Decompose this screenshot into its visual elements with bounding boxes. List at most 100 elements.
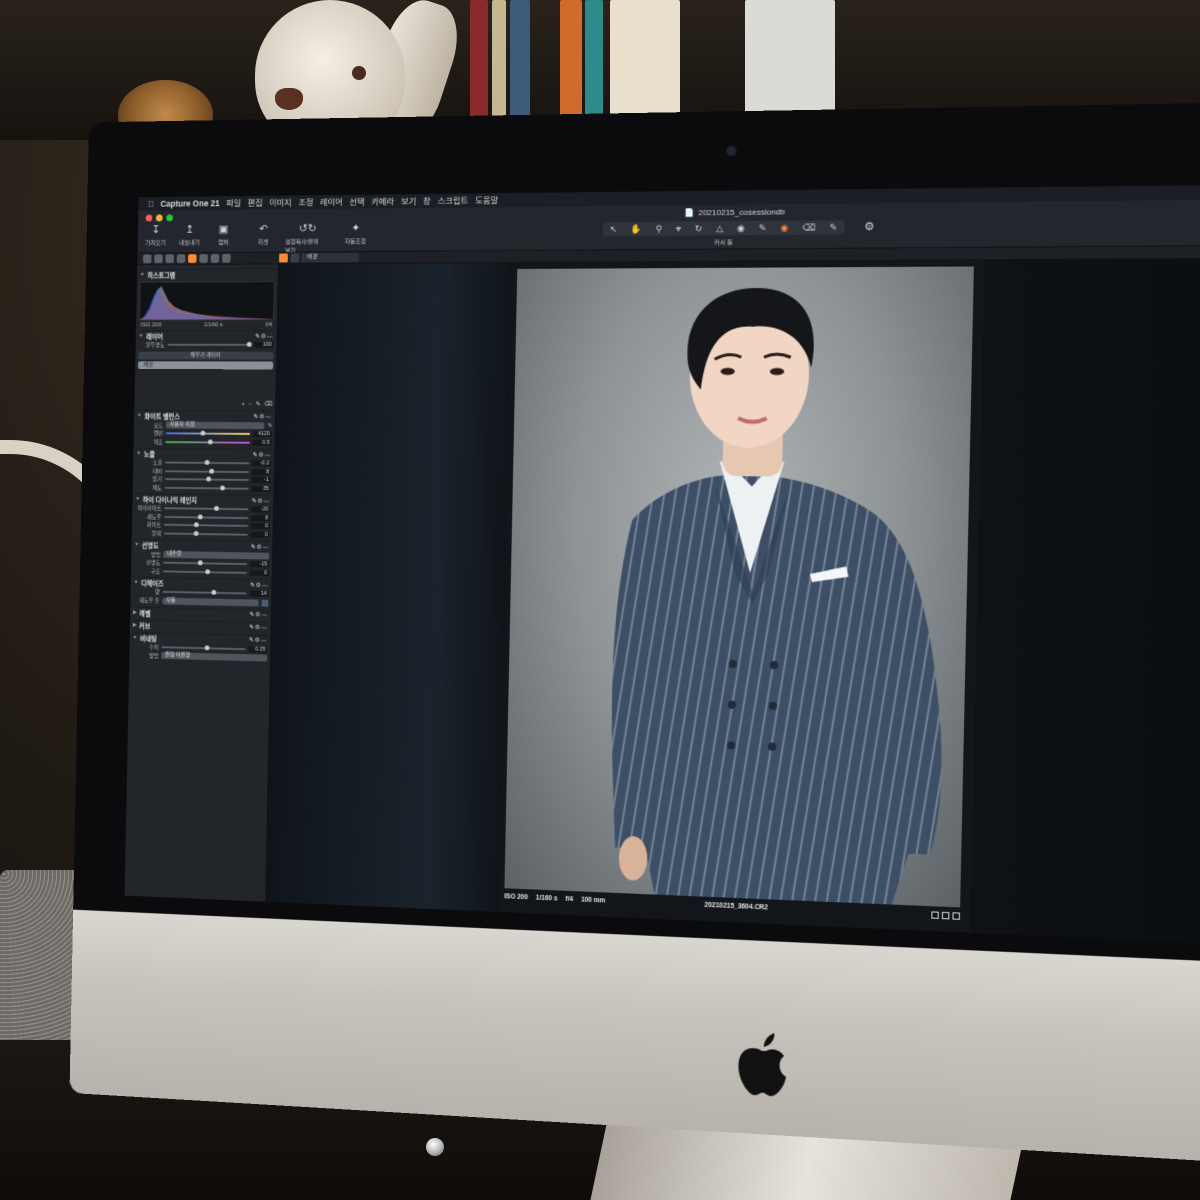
copy-apply-icon: ↺↻ [298, 222, 317, 235]
window-controls [145, 214, 173, 222]
layer-list-space [137, 371, 273, 401]
document-title: 📄 20210215_cosessiondb [684, 207, 785, 217]
section-tools-icon: ✎⚙⋯ [253, 413, 273, 420]
screen:  Capture One 21 파일 편집 이미지 조정 레이어 선택 카메라… [124, 184, 1200, 945]
overlay-icon[interactable] [941, 911, 950, 919]
eraser-tool-icon[interactable]: ⌫ [802, 222, 815, 233]
capture-button[interactable]: ▣ 캡처 [211, 224, 236, 255]
crop-tool-icon[interactable]: ⌖ [676, 223, 681, 234]
apple-menu-icon[interactable]:  [148, 199, 154, 209]
tint-slider[interactable]: 색조 0.5 [136, 437, 272, 446]
settings-gear-icon[interactable]: ⚙ [864, 220, 875, 233]
photo-scene:  Capture One 21 파일 편집 이미지 조정 레이어 선택 카메라… [0, 0, 1200, 1200]
white-balance-header[interactable]: ▼ 화이트 밸런스 ✎⚙⋯ [136, 409, 273, 422]
menu-camera[interactable]: 카메라 [371, 195, 394, 207]
metadata-tab-icon[interactable] [210, 253, 220, 263]
menu-adjust[interactable]: 조정 [298, 196, 313, 208]
saturation-slider[interactable]: 채도 35 [136, 483, 271, 493]
capture-tab-icon[interactable] [154, 254, 163, 264]
info-icon[interactable] [931, 910, 939, 919]
menu-window[interactable]: 창 [423, 195, 431, 207]
copy-apply-button[interactable]: ↺↻ 설정복사/붙여넣기 [285, 223, 324, 255]
section-tools-icon: ✎⚙⋯ [249, 612, 269, 619]
color-tab-icon[interactable] [176, 254, 186, 264]
cursor-tools: ↖ ✋ ⚲ ⌖ ↻ △ ◉ ✎ ◉ ⌫ ✎ [602, 220, 845, 237]
background-layer[interactable]: 배경 [138, 360, 274, 369]
grid-view-icon[interactable] [279, 253, 288, 263]
menu-edit[interactable]: 편집 [248, 197, 263, 209]
details-tab-icon[interactable] [199, 254, 208, 263]
fill-layer-button[interactable]: 채우기 레이어 [138, 351, 274, 360]
menu-select[interactable]: 선택 [349, 196, 364, 208]
camera-icon: ▣ [218, 223, 229, 236]
minimize-window-button[interactable] [155, 214, 163, 222]
brush-tool-icon[interactable]: ✎ [759, 222, 767, 233]
menu-view[interactable]: 보기 [401, 195, 416, 207]
layers-header[interactable]: ▼ 레이어 ✎⚙⋯ [138, 330, 274, 341]
levels-header[interactable]: ▶ 레벨 ✎⚙⋯ [132, 606, 269, 620]
section-tools-icon: ✎⚙⋯ [252, 452, 272, 459]
zoom-tool-icon[interactable]: ⚲ [656, 223, 663, 234]
document-icon: 📄 [684, 208, 695, 218]
menu-layer[interactable]: 레이어 [320, 196, 343, 208]
viewer-background [970, 258, 1200, 945]
loupe-icon[interactable] [952, 911, 961, 920]
structure-slider[interactable]: 구조 0 [134, 567, 269, 578]
image-viewer[interactable]: ISO 200 1/160 s f/4 100 mm 20210215_3604… [266, 258, 1200, 945]
opacity-slider[interactable]: 불투명도 100 [138, 341, 274, 349]
photo-filename: 20210215_3604.CR2 [704, 901, 768, 912]
add-layer-icon[interactable]: + [241, 401, 244, 407]
menu-script[interactable]: 스크립트 [437, 195, 468, 207]
adjustments-panel: ▼ 히스토그램 ISO 200 1/160 s f/4 ▼ 레이어 ✎⚙⋯ 불투명도 100… [124, 264, 279, 902]
menu-file[interactable]: 파일 [226, 197, 241, 209]
book [510, 0, 530, 130]
viewer-background [266, 262, 513, 912]
reset-button[interactable]: ↶ 리셋 [251, 223, 276, 255]
histogram-header[interactable]: ▼ 히스토그램 [139, 268, 276, 280]
select-tool-icon[interactable]: ↖ [610, 224, 618, 235]
portrait-photo[interactable] [504, 266, 974, 908]
gradient-tool-icon[interactable]: ✎ [829, 222, 837, 233]
rotate-tool-icon[interactable]: ↻ [695, 223, 703, 234]
output-tab-icon[interactable] [221, 253, 231, 263]
plush-eye [352, 66, 366, 80]
section-tools-icon: ✎⚙⋯ [250, 582, 269, 589]
book [470, 0, 488, 130]
section-tools-icon: ✎⚙⋯ [250, 544, 270, 551]
menu-help[interactable]: 도움말 [475, 194, 498, 206]
close-window-button[interactable] [145, 214, 153, 222]
remove-layer-icon[interactable]: − [248, 401, 251, 407]
library-tab-icon[interactable] [142, 254, 152, 264]
eraser-icon[interactable]: ⌫ [264, 401, 272, 408]
menu-app-name[interactable]: Capture One 21 [160, 198, 219, 208]
brush-icon[interactable]: ✎ [256, 401, 261, 408]
exposure-tab-icon[interactable] [187, 254, 197, 263]
color-picker-tool-icon[interactable]: ◉ [780, 222, 788, 233]
color-swatch[interactable] [261, 599, 269, 607]
lens-tab-icon[interactable] [165, 254, 175, 264]
dehaze-color-select[interactable]: 섀도우 톤 자동 [133, 596, 269, 608]
import-button[interactable]: ↧ 가져오기 [143, 224, 168, 255]
export-icon: ↥ [185, 223, 195, 236]
book [585, 0, 603, 130]
imac:  Capture One 21 파일 편집 이미지 조정 레이어 선택 카메라… [69, 102, 1200, 1164]
background-select[interactable]: 배경 [302, 253, 360, 263]
section-tools-icon: ✎⚙⋯ [255, 333, 274, 340]
keystone-tool-icon[interactable]: △ [716, 223, 723, 234]
section-tools-icon: ✎⚙⋯ [249, 624, 268, 632]
book [560, 0, 582, 130]
photo-info-icons [931, 910, 961, 920]
auto-adjust-button[interactable]: ✦ 자동조정 [343, 222, 369, 254]
blacks-slider[interactable]: 블랙 0 [135, 529, 270, 539]
spot-tool-icon[interactable]: ◉ [737, 222, 745, 233]
single-view-icon[interactable] [290, 253, 300, 263]
pan-tool-icon[interactable]: ✋ [631, 223, 643, 234]
paper-stack [610, 0, 680, 130]
curve-header[interactable]: ▶ 커브 ✎⚙⋯ [132, 618, 268, 633]
photo-focal: 100 mm [580, 895, 606, 905]
menu-image[interactable]: 이미지 [269, 197, 292, 209]
zoom-window-button[interactable] [166, 214, 173, 222]
export-button[interactable]: ↥ 내보내기 [177, 224, 202, 255]
import-icon: ↧ [151, 224, 161, 236]
photo-iso: ISO 200 [504, 892, 528, 901]
